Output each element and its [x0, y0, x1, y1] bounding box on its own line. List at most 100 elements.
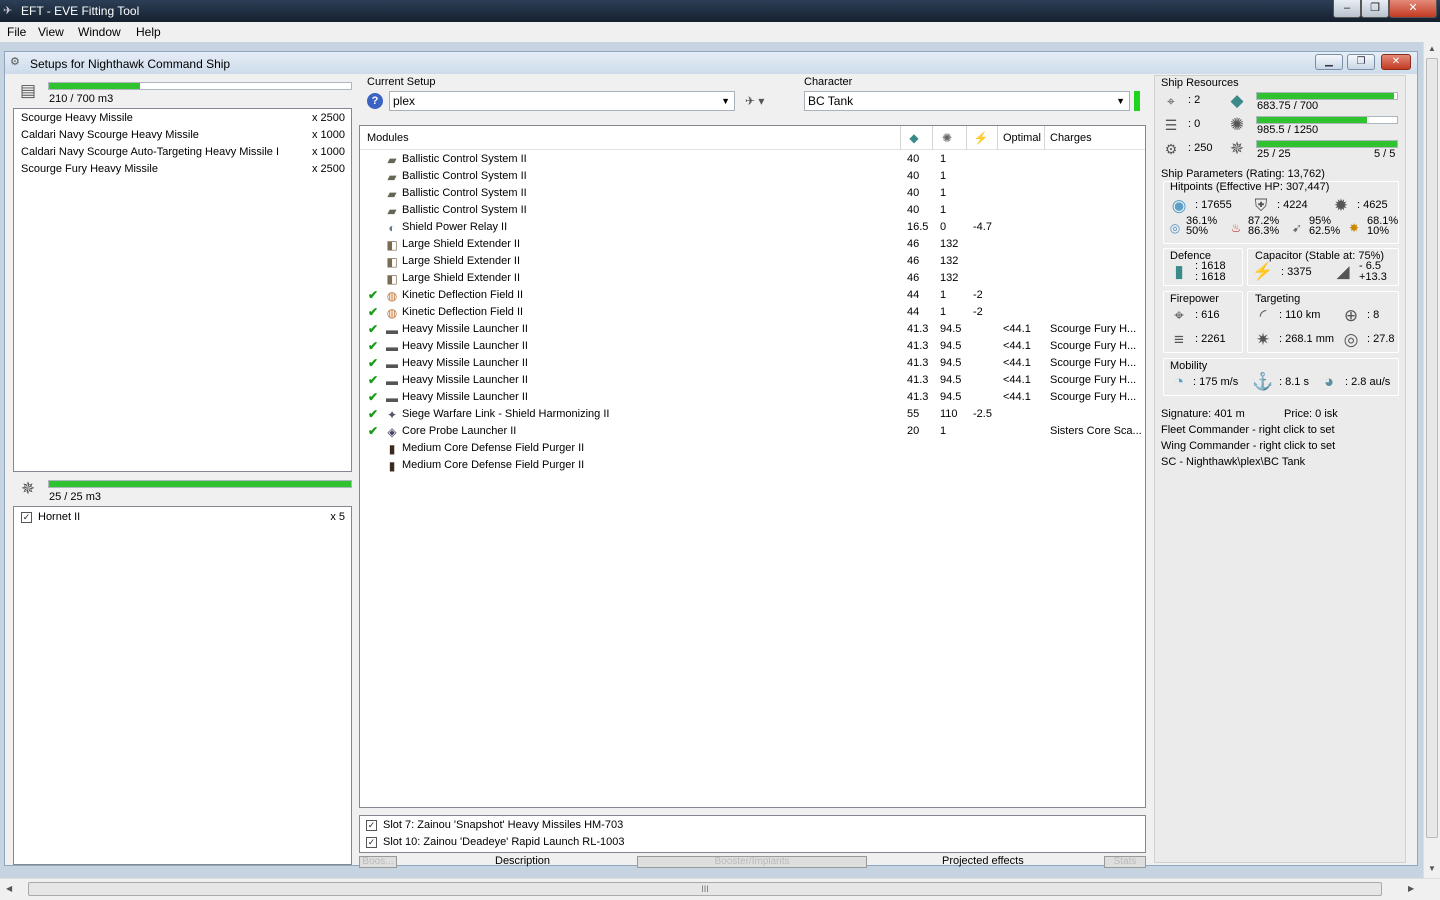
- cpu-column-icon[interactable]: ◆: [906, 130, 922, 146]
- turret-hardpoints-value: : 2: [1188, 94, 1201, 106]
- drone-bandwidth-bar: [1256, 140, 1398, 148]
- minimize-button[interactable]: –: [1333, 0, 1361, 18]
- list-item[interactable]: Scourge Fury Heavy Missile x 2500: [14, 161, 351, 178]
- table-row[interactable]: ▰ Ballistic Control System II 40 1: [360, 202, 1145, 219]
- child-restore-button[interactable]: ❐: [1347, 54, 1375, 70]
- table-row[interactable]: ▮ Medium Core Defense Field Purger II: [360, 457, 1145, 474]
- menu-help[interactable]: Help: [136, 25, 161, 39]
- close-button[interactable]: ✕: [1389, 0, 1437, 18]
- drone-list[interactable]: ✓ Hornet II x 5: [13, 506, 352, 865]
- vertical-scrollbar[interactable]: ▲ ▼: [1423, 42, 1440, 878]
- child-close-button[interactable]: ✕: [1381, 54, 1411, 70]
- character-select[interactable]: BC Tank ▼: [804, 91, 1130, 111]
- modules-header: Modules ◆ ✺ ⚡ Optimal Charges: [360, 126, 1145, 150]
- horizontal-scroll-thumb[interactable]: III: [28, 882, 1382, 896]
- child-minimize-button[interactable]: ▁: [1315, 54, 1343, 70]
- scroll-down-icon[interactable]: ▼: [1428, 864, 1436, 873]
- module-active-check-icon[interactable]: ✔: [368, 406, 378, 423]
- table-row[interactable]: ◐ Shield Power Relay II 16.5 0 -4.7: [360, 219, 1145, 236]
- list-item[interactable]: Caldari Navy Scourge Heavy Missile x 1000: [14, 127, 351, 144]
- powergrid-column-icon[interactable]: ✺: [939, 130, 955, 146]
- module-active-check-icon[interactable]: ✔: [368, 389, 378, 406]
- module-active-check-icon[interactable]: ✔: [368, 321, 378, 338]
- mdi-area: ⚙ Setups for Nighthawk Command Ship ▁ ❐ …: [0, 42, 1440, 878]
- module-active-check-icon[interactable]: ✔: [368, 372, 378, 389]
- rig-icon: ▮: [388, 459, 396, 473]
- max-targets-value: : 8: [1367, 309, 1380, 321]
- setup-select[interactable]: plex ▼: [389, 91, 735, 111]
- setup-window-titlebar: ⚙ Setups for Nighthawk Command Ship ▁ ❐ …: [5, 52, 1417, 74]
- table-row[interactable]: ✔ ◍ Kinetic Deflection Field II 44 1 -2: [360, 304, 1145, 321]
- setup-path-text: SC - Nighthawk\plex\BC Tank: [1161, 456, 1306, 468]
- tab-stats[interactable]: Stats: [1104, 856, 1146, 868]
- table-row[interactable]: ▮ Medium Core Defense Field Purger II: [360, 440, 1145, 457]
- tab-booster-implants[interactable]: Booster/Implants: [637, 856, 867, 868]
- tab-description[interactable]: Description: [495, 855, 550, 867]
- cpu-icon: ◆: [1230, 91, 1244, 110]
- setup-tools-button[interactable]: ✈ ▾: [745, 92, 781, 110]
- module-cpu: 41.3: [907, 391, 929, 403]
- table-row[interactable]: ◧ Large Shield Extender II 46 132: [360, 253, 1145, 270]
- table-row[interactable]: ◧ Large Shield Extender II 46 132: [360, 270, 1145, 287]
- module-cpu: 44: [907, 306, 920, 318]
- table-row[interactable]: ✔ ▬ Heavy Missile Launcher II 41.3 94.5 <44.1…: [360, 355, 1145, 372]
- maximize-button[interactable]: ❐: [1361, 0, 1389, 18]
- module-active-check-icon[interactable]: ✔: [368, 423, 378, 440]
- cpu-bar: [1256, 92, 1398, 100]
- cargo-list[interactable]: Scourge Heavy Missile x 2500 Caldari Navy …: [13, 108, 352, 472]
- module-active-check-icon[interactable]: ✔: [368, 338, 378, 355]
- modules-column-header[interactable]: Modules: [367, 132, 409, 144]
- list-item[interactable]: ✓ Hornet II x 5: [14, 509, 351, 526]
- charges-column-header[interactable]: Charges: [1050, 132, 1092, 144]
- table-row[interactable]: ✔ ◍ Kinetic Deflection Field II 44 1 -2: [360, 287, 1145, 304]
- velocity-icon: ◔: [1173, 372, 1185, 391]
- table-row[interactable]: ✔ ◈ Core Probe Launcher II 20 1 Sisters Core …: [360, 423, 1145, 440]
- list-item[interactable]: Caldari Navy Scourge Auto-Targeting Heav…: [14, 144, 351, 161]
- capacitor-column-icon[interactable]: ⚡: [973, 130, 989, 146]
- implant-checkbox[interactable]: ✓: [366, 837, 377, 848]
- menu-view[interactable]: View: [38, 25, 64, 39]
- menu-window[interactable]: Window: [78, 25, 121, 39]
- implant-checkbox[interactable]: ✓: [366, 820, 377, 831]
- implant-name: Slot 10: Zainou 'Deadeye' Rapid Launch R…: [383, 836, 625, 848]
- help-icon[interactable]: ?: [367, 93, 383, 109]
- optimal-column-header[interactable]: Optimal: [1003, 132, 1041, 144]
- drone-checkbox[interactable]: ✓: [21, 512, 32, 523]
- tab-projected-effects[interactable]: Projected effects: [942, 855, 1024, 867]
- table-row[interactable]: ▰ Ballistic Control System II 40 1: [360, 185, 1145, 202]
- module-optimal: <44.1: [1003, 323, 1031, 335]
- scroll-up-icon[interactable]: ▲: [1428, 44, 1436, 53]
- table-row[interactable]: ▰ Ballistic Control System II 40 1: [360, 168, 1145, 185]
- scroll-left-icon[interactable]: ◀: [6, 884, 12, 893]
- list-item[interactable]: Scourge Heavy Missile x 2500: [14, 110, 351, 127]
- horizontal-scrollbar[interactable]: ◀ III ▶: [0, 878, 1440, 900]
- implants-list[interactable]: ✓ Slot 7: Zainou 'Snapshot' Heavy Missile…: [359, 815, 1146, 853]
- scroll-right-icon[interactable]: ▶: [1408, 884, 1414, 893]
- drone-bay-icon: ✵: [20, 479, 36, 498]
- list-item[interactable]: ✓ Slot 10: Zainou 'Deadeye' Rapid Launch …: [360, 834, 1145, 851]
- bottom-tab-strip: Boos... Description Booster/Implants Pro…: [359, 855, 1146, 869]
- window-title: EFT - EVE Fitting Tool: [21, 4, 140, 18]
- scan-resolution-icon: ✷: [1255, 330, 1271, 349]
- deflection-field-icon: ◍: [386, 289, 398, 303]
- wing-commander-text[interactable]: Wing Commander - right click to set: [1161, 440, 1335, 452]
- module-active-check-icon[interactable]: ✔: [368, 304, 378, 321]
- vertical-scroll-thumb[interactable]: [1426, 58, 1438, 838]
- menu-file[interactable]: File: [7, 25, 26, 39]
- table-row[interactable]: ▰ Ballistic Control System II 40 1: [360, 151, 1145, 168]
- table-row[interactable]: ◧ Large Shield Extender II 46 132: [360, 236, 1145, 253]
- table-row[interactable]: ✔ ▬ Heavy Missile Launcher II 41.3 94.5 <44.1…: [360, 389, 1145, 406]
- table-row[interactable]: ✔ ✦ Siege Warfare Link - Shield Harmonizin…: [360, 406, 1145, 423]
- modules-list[interactable]: Modules ◆ ✺ ⚡ Optimal Charges ▰ Ballistic…: [359, 125, 1146, 808]
- dps-value: : 616: [1195, 309, 1220, 321]
- fleet-commander-text[interactable]: Fleet Commander - right click to set: [1161, 424, 1335, 436]
- tab-boost[interactable]: Boos...: [359, 856, 397, 868]
- table-row[interactable]: ✔ ▬ Heavy Missile Launcher II 41.3 94.5 <44.1…: [360, 321, 1145, 338]
- chevron-down-icon: ▼: [721, 96, 730, 106]
- module-active-check-icon[interactable]: ✔: [368, 287, 378, 304]
- list-item[interactable]: ✓ Slot 7: Zainou 'Snapshot' Heavy Missile…: [360, 817, 1145, 834]
- module-powergrid: 94.5: [940, 374, 962, 386]
- table-row[interactable]: ✔ ▬ Heavy Missile Launcher II 41.3 94.5 <44.1…: [360, 338, 1145, 355]
- module-active-check-icon[interactable]: ✔: [368, 355, 378, 372]
- table-row[interactable]: ✔ ▬ Heavy Missile Launcher II 41.3 94.5 <44.1…: [360, 372, 1145, 389]
